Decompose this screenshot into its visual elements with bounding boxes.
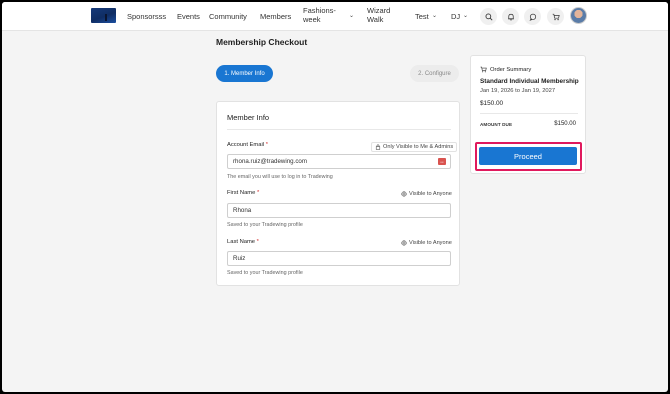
email-visibility-label: Only Visible to Me & Admins — [383, 144, 454, 150]
nav-item-sponsorsss[interactable]: Sponsorsss — [127, 12, 166, 21]
last-name-helper-text: Saved to your Tradewing profile — [227, 270, 303, 276]
plan-dates: Jan 19, 2026 to Jan 19, 2027 — [480, 88, 556, 94]
notifications-button[interactable] — [502, 8, 519, 25]
nav-item-fashions-week[interactable]: Fashions-week — [303, 6, 341, 24]
avatar[interactable] — [570, 7, 587, 24]
search-icon — [485, 13, 493, 21]
first-name-field-value: Rhona — [233, 207, 252, 214]
proceed-button[interactable]: Proceed — [479, 147, 577, 165]
required-mark: * — [256, 239, 259, 245]
email-label: Account Email * — [227, 142, 268, 148]
messages-button[interactable] — [524, 8, 541, 25]
required-mark: * — [265, 142, 268, 148]
top-navigation: Sponsorsss Events Community Members Fash… — [2, 2, 668, 31]
order-summary-title: Order Summary — [490, 66, 532, 73]
last-name-field-value: Ruiz — [233, 255, 246, 262]
divider — [480, 113, 578, 114]
required-mark: * — [256, 190, 260, 196]
chat-icon — [528, 13, 536, 21]
order-summary-header: Order Summary — [480, 66, 531, 73]
search-button[interactable] — [480, 8, 497, 25]
first-name-visibility-selector[interactable]: Visible to Anyone — [401, 191, 452, 197]
nav-item-community[interactable]: Community — [209, 12, 247, 21]
first-name-visibility-label: Visible to Anyone — [409, 191, 452, 197]
globe-icon — [401, 191, 407, 197]
bell-icon — [507, 13, 514, 21]
nav-item-dj[interactable]: DJ — [451, 12, 460, 21]
last-name-label: Last Name * — [227, 239, 259, 245]
amount-due-label: AMOUNT DUE — [480, 122, 513, 127]
last-name-label-text: Last Name — [227, 239, 256, 245]
nav-item-wizard-walk[interactable]: Wizard Walk — [367, 6, 397, 24]
page-title: Membership Checkout — [216, 37, 308, 47]
cart-icon — [480, 66, 487, 73]
lock-icon — [375, 144, 381, 150]
first-name-label: First Name * — [227, 190, 259, 196]
cart-button[interactable] — [547, 8, 564, 25]
last-name-visibility-selector[interactable]: Visible to Anyone — [401, 240, 452, 246]
step-member-info[interactable]: 1. Member Info — [216, 65, 273, 82]
email-field[interactable]: rhona.ruiz@tradewing.com ••• — [227, 154, 451, 169]
first-name-helper-text: Saved to your Tradewing profile — [227, 222, 303, 228]
divider — [227, 129, 451, 130]
nav-item-events[interactable]: Events — [177, 12, 200, 21]
email-label-text: Account Email — [227, 142, 265, 148]
member-info-title: Member Info — [227, 113, 270, 122]
first-name-label-text: First Name — [227, 190, 256, 196]
chevron-down-icon[interactable]: ⌄ — [432, 12, 437, 19]
chevron-down-icon[interactable]: ⌄ — [463, 12, 468, 19]
site-logo[interactable] — [91, 8, 116, 23]
member-info-card: Member Info Account Email * Only Visible… — [216, 101, 460, 286]
checkout-stepper: 1. Member Info 2. Configure — [216, 65, 459, 82]
plan-price: $150.00 — [480, 100, 504, 107]
nav-item-members[interactable]: Members — [260, 12, 291, 21]
globe-icon — [401, 240, 407, 246]
browser-frame: Sponsorsss Events Community Members Fash… — [2, 2, 668, 392]
last-name-field[interactable]: Ruiz — [227, 251, 451, 266]
first-name-field[interactable]: Rhona — [227, 203, 451, 218]
cart-icon — [552, 13, 560, 20]
nav-item-test[interactable]: Test — [415, 12, 429, 21]
amount-due-value: $150.00 — [554, 121, 576, 127]
chevron-down-icon[interactable]: ⌄ — [349, 12, 354, 19]
email-visibility-selector[interactable]: Only Visible to Me & Admins — [371, 142, 458, 152]
step-configure[interactable]: 2. Configure — [410, 65, 459, 82]
plan-name: Standard Individual Membership — [480, 78, 579, 85]
autofill-icon[interactable]: ••• — [438, 158, 446, 165]
email-helper-text: The email you will use to log in to Trad… — [227, 174, 333, 180]
email-field-value: rhona.ruiz@tradewing.com — [233, 158, 308, 165]
last-name-visibility-label: Visible to Anyone — [409, 240, 452, 246]
